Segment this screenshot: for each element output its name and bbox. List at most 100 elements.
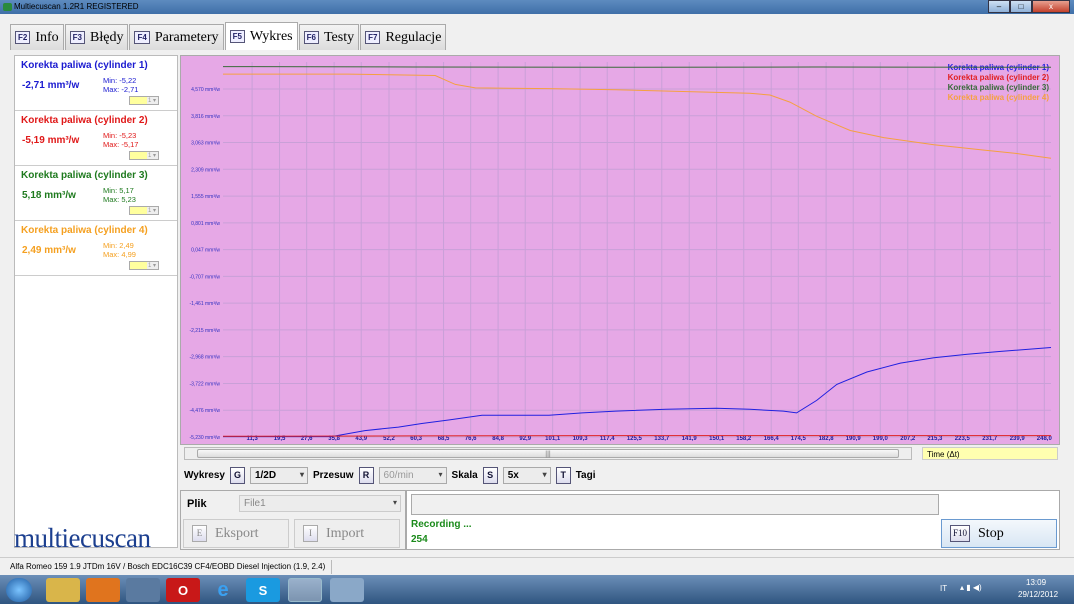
select-value: 1 (147, 98, 152, 104)
language-indicator[interactable]: IT (940, 584, 947, 593)
x-tick-label: 207,2 (900, 436, 916, 442)
i-key: I (303, 525, 318, 542)
stop-button[interactable]: F10 Stop (941, 519, 1057, 548)
x-tick-label: 68,5 (438, 436, 450, 442)
x-tick-label: 182,8 (819, 436, 835, 442)
chart-scrollbar[interactable]: ||| (184, 447, 912, 460)
parameter-max: Max: -2,71 (103, 85, 139, 94)
y-tick-label: 3,816 mm³/w (191, 114, 220, 120)
parameter-scale-select[interactable]: 1 ▾ (129, 151, 159, 160)
chart-svg: 4,570 mm³/w 3,816 mm³/w 3,063 mm³/w 2,309 m… (189, 62, 1053, 442)
tab-label: Testy (323, 29, 355, 45)
explorer-icon[interactable] (46, 578, 80, 602)
key-badge: F3 (69, 31, 86, 44)
x-tick-label: 150,1 (709, 436, 725, 442)
parameter-value: 5,18 mm³/w (22, 190, 76, 201)
x-tick-label: 52,2 (383, 436, 395, 442)
stop-label: Stop (978, 525, 1004, 541)
x-axis-select[interactable]: Time (Δt) (922, 447, 1058, 460)
parameter-panel: Korekta paliwa (cylinder 1) -2,71 mm³/w … (14, 55, 178, 548)
wykresy-select[interactable]: 1/2D (249, 467, 308, 484)
tagi-label: Tagi (575, 470, 596, 481)
x-tick-label: 84,8 (492, 436, 504, 442)
tab-info[interactable]: F2 Info (10, 24, 64, 50)
skala-label: Skala (451, 470, 478, 481)
start-button-icon[interactable] (6, 578, 32, 602)
parameter-name: Korekta paliwa (cylinder 3) (21, 170, 148, 181)
media-player-icon[interactable] (86, 578, 120, 602)
close-button[interactable]: x (1032, 0, 1070, 13)
logo: multiecuscan (14, 523, 151, 553)
x-tick-label: 117,4 (600, 436, 615, 442)
parameter-max: Max: -5,17 (103, 140, 139, 149)
t-key-button[interactable]: T (555, 467, 571, 484)
y-tick-label: -2,215 mm³/w (189, 328, 220, 334)
parameter-scale-select[interactable]: 1 ▾ (129, 96, 159, 105)
parameter-scale-select[interactable]: 1 ▾ (129, 206, 159, 215)
x-tick-label: 199,0 (873, 436, 889, 442)
przesuw-select[interactable]: 60/min (378, 467, 447, 484)
internet-explorer-icon[interactable]: e (206, 578, 240, 602)
recording-count: 254 (411, 534, 428, 545)
r-key-button[interactable]: R (358, 467, 374, 484)
legend-entry: Korekta paliwa (cylinder 3) (948, 83, 1050, 92)
key-badge: F5 (229, 30, 245, 43)
x-tick-label: 43,9 (355, 436, 367, 442)
s-key-button[interactable]: S (482, 467, 498, 484)
y-tick-label: 0,801 mm³/w (191, 221, 220, 227)
clock-time[interactable]: 13:09 (1026, 578, 1046, 587)
recording-progress (411, 494, 939, 515)
tool-icon[interactable] (126, 578, 160, 602)
parameter-minmax: Min: 2,49 Max: 4,99 (103, 241, 136, 259)
parameter-item: Korekta paliwa (cylinder 4) 2,49 mm³/w M… (15, 221, 177, 276)
g-key-button[interactable]: G (229, 467, 245, 484)
tray-icons[interactable]: ▴ ▮ ◀) (960, 583, 982, 592)
import-button[interactable]: I Import (294, 519, 400, 548)
parameter-name: Korekta paliwa (cylinder 2) (21, 115, 148, 126)
parameter-scale-select[interactable]: 1 ▾ (129, 261, 159, 270)
tab-regulacje[interactable]: F7 Regulacje (360, 24, 447, 50)
multiecuscan-taskbar-icon[interactable] (288, 578, 322, 602)
parameter-min: Min: 2,49 (103, 241, 134, 250)
recording-status: Recording ... (411, 519, 472, 530)
parameter-value: 2,49 mm³/w (22, 245, 76, 256)
window-title: Multiecuscan 1.2R1 REGISTERED (14, 2, 139, 11)
paint-icon[interactable] (330, 578, 364, 602)
skype-icon[interactable]: S (246, 578, 280, 602)
y-tick-label: 1,555 mm³/w (191, 194, 220, 200)
x-tick-label: 248,0 (1037, 436, 1053, 442)
skala-select[interactable]: 5x (502, 467, 551, 484)
export-label: Eksport (215, 525, 259, 541)
chart-controls: Wykresy G 1/2D Przesuw R 60/min Skala S … (184, 467, 596, 484)
tab-bledy[interactable]: F3 Błędy (64, 24, 129, 50)
x-axis-label: Time (Δt) (927, 450, 960, 459)
clock-date[interactable]: 29/12/2012 (1018, 590, 1058, 599)
file-select[interactable]: File1 (239, 495, 401, 512)
parameter-item: Korekta paliwa (cylinder 1) -2,71 mm³/w … (15, 56, 177, 111)
przesuw-value: 60/min (383, 470, 414, 481)
y-tick-label: -5,230 mm³/w (189, 435, 220, 441)
select-value: 1 (147, 263, 152, 269)
opera-icon[interactable]: O (166, 578, 200, 602)
x-tick-label: 133,7 (654, 436, 670, 442)
y-tick-label: 4,570 mm³/w (191, 87, 220, 93)
key-badge: F4 (134, 31, 150, 44)
x-tick-label: 174,5 (791, 436, 807, 442)
title-bar: Multiecuscan 1.2R1 REGISTERED (0, 0, 1074, 14)
recording-panel: Recording ... 254 F10 Stop (406, 490, 1060, 550)
tab-parametery[interactable]: F4 Parametery (129, 24, 224, 50)
select-value: 1 (147, 153, 152, 159)
scroll-thumb[interactable]: ||| (197, 449, 899, 458)
x-tick-label: 239,9 (1010, 436, 1026, 442)
parameter-name: Korekta paliwa (cylinder 4) (21, 225, 148, 236)
wykresy-value: 1/2D (254, 470, 277, 481)
tab-wykres[interactable]: F5 Wykres (224, 22, 298, 50)
x-tick-label: 158,2 (736, 436, 752, 442)
import-label: Import (326, 525, 365, 541)
f10-key: F10 (950, 525, 971, 542)
tab-label: Błędy (90, 29, 124, 45)
minimize-button[interactable]: – (988, 0, 1010, 13)
maximize-button[interactable]: □ (1010, 0, 1032, 13)
export-button[interactable]: E Eksport (183, 519, 289, 548)
tab-testy[interactable]: F6 Testy (298, 24, 360, 50)
